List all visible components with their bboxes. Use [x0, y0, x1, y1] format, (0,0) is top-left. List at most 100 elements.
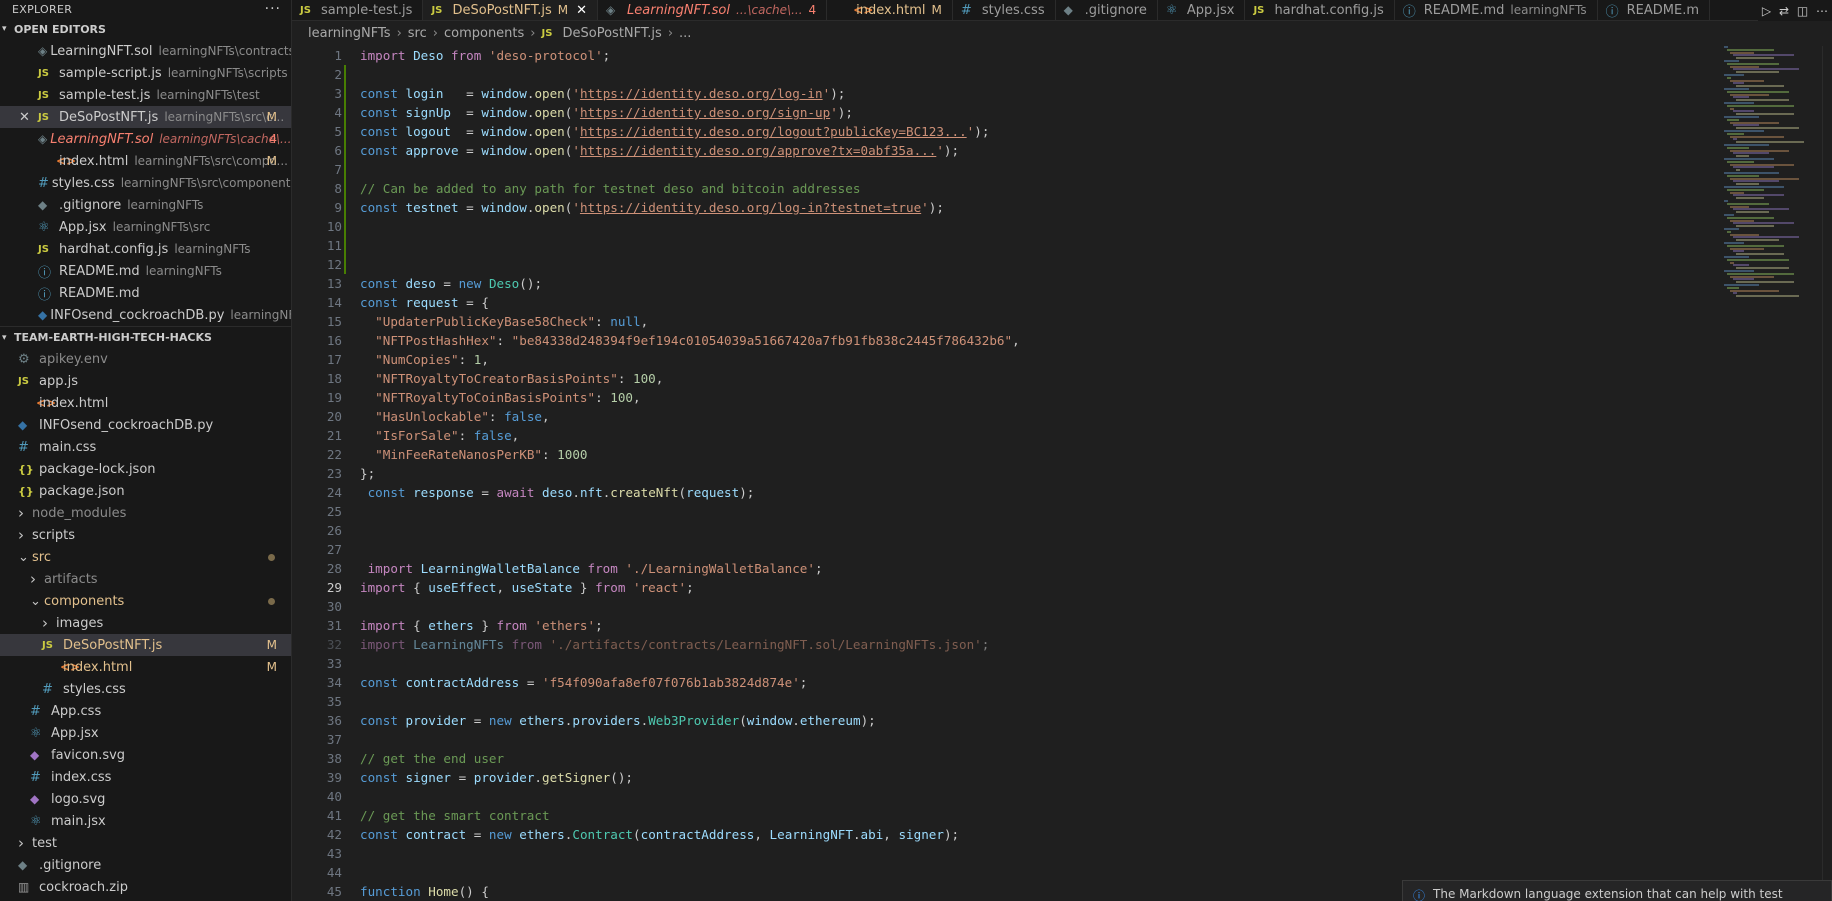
code-line[interactable]: 18 "NFTRoyaltyToCreatorBasisPoints": 100… [292, 369, 1722, 388]
code-line[interactable]: 35 [292, 692, 1722, 711]
file-item[interactable]: ◆ logo.svg [0, 788, 291, 810]
open-editor-item[interactable]: ⓘ README.md learningNFTs [0, 260, 291, 282]
code-line[interactable]: 26 [292, 521, 1722, 540]
open-editor-item[interactable]: ⓘ README.md [0, 282, 291, 304]
code-line[interactable]: 12 [292, 255, 1722, 274]
file-item[interactable]: <> index.html M [0, 656, 291, 678]
code-line[interactable]: 11 [292, 236, 1722, 255]
file-item[interactable]: ⚛ App.jsx [0, 722, 291, 744]
editor-tab[interactable]: ◈ LearningNFT.sol ...\cache\... 4 [598, 0, 828, 20]
split-editor-icon[interactable]: ◫ [1797, 4, 1808, 18]
editor-scrollbar[interactable] [1822, 46, 1832, 901]
code-line[interactable]: 21 "IsForSale": false, [292, 426, 1722, 445]
open-editor-item[interactable]: <> index.html learningNFTs\src\compo... M [0, 150, 291, 172]
file-item[interactable]: JS app.js [0, 370, 291, 392]
open-editor-item[interactable]: ◆INFOsend_cockroachDB.py learningNFTs... [0, 304, 291, 326]
file-item[interactable]: # App.css [0, 700, 291, 722]
breadcrumb-item[interactable]: learningNFTs [308, 26, 391, 41]
file-item[interactable]: ▥ cockroach.zip [0, 876, 291, 898]
code-line[interactable]: 31 import { ethers } from 'ethers'; [292, 616, 1722, 635]
open-editor-item[interactable]: ✕ JS DeSoPostNFT.js learningNFTs\src\c... M [0, 106, 291, 128]
folder-item[interactable]: ⌄ src [0, 546, 291, 568]
folder-item[interactable]: › node_modules [0, 502, 291, 524]
open-editor-item[interactable]: JS sample-test.js learningNFTs\test [0, 84, 291, 106]
code-line[interactable]: 27 [292, 540, 1722, 559]
close-icon[interactable]: ✕ [576, 3, 587, 18]
file-item[interactable]: # index.css [0, 766, 291, 788]
folder-item[interactable]: › scripts [0, 524, 291, 546]
code-line[interactable]: 23}; [292, 464, 1722, 483]
code-line[interactable]: 43 [292, 844, 1722, 863]
code-line[interactable]: 17 "NumCopies": 1, [292, 350, 1722, 369]
code-line[interactable]: 6 const approve = window.open('https://id… [292, 141, 1722, 160]
open-editor-item[interactable]: ◈ LearningNFT.sol learningNFTs\contracts [0, 40, 291, 62]
code-line[interactable]: 9 const testnet = window.open('https://id… [292, 198, 1722, 217]
minimap[interactable] [1722, 46, 1822, 306]
code-line[interactable]: 33 [292, 654, 1722, 673]
breadcrumb-item[interactable]: src [408, 26, 427, 41]
editor-tab[interactable]: JS sample-test.js [292, 0, 424, 20]
code-line[interactable]: 25 [292, 502, 1722, 521]
more-actions-icon[interactable]: ··· [265, 1, 281, 17]
open-editors-header[interactable]: ▾ OPEN EDITORS [0, 18, 291, 40]
folder-item[interactable]: ⌄ components [0, 590, 291, 612]
code-line[interactable]: 29 import { useEffect, useState } from 'r… [292, 578, 1722, 597]
close-icon[interactable]: ✕ [19, 110, 30, 125]
editor-tab[interactable]: JS DeSoPostNFT.js M ✕ [423, 0, 599, 20]
breadcrumb-item[interactable]: DeSoPostNFT.js [563, 26, 662, 41]
code-line[interactable]: 34 const contractAddress = 'f54f090afa8ef… [292, 673, 1722, 692]
open-editor-item[interactable]: ◆ .gitignore learningNFTs [0, 194, 291, 216]
open-editor-item[interactable]: # styles.css learningNFTs\src\components [0, 172, 291, 194]
editor-tab[interactable]: JS hardhat.config.js [1245, 0, 1395, 20]
code-line[interactable]: 28 import LearningWalletBalance from './… [292, 559, 1722, 578]
code-line[interactable]: 4 const signUp = window.open('https://ide… [292, 103, 1722, 122]
editor-tab[interactable]: ◆ .gitignore [1056, 0, 1158, 20]
file-item[interactable]: ⚛ main.jsx [0, 810, 291, 832]
code-line[interactable]: 5 const logout = window.open('https://ide… [292, 122, 1722, 141]
code-line[interactable]: 16 "NFTPostHashHex": "be84338d248394f9ef… [292, 331, 1722, 350]
code-line[interactable]: 8 // Can be added to any path for testnet… [292, 179, 1722, 198]
file-item[interactable]: {} package.json [0, 480, 291, 502]
code-line[interactable]: 39 const signer = provider.getSigner(); [292, 768, 1722, 787]
folder-item[interactable]: › images [0, 612, 291, 634]
code-line[interactable]: 30 [292, 597, 1722, 616]
code-line[interactable]: 37 [292, 730, 1722, 749]
run-icon[interactable]: ▷ [1762, 4, 1771, 18]
file-item[interactable]: ⚙ apikey.env [0, 348, 291, 370]
file-item[interactable]: JS DeSoPostNFT.js M [0, 634, 291, 656]
editor-tab[interactable]: ⓘ README.md learningNFTs [1395, 0, 1598, 20]
code-line[interactable]: 19 "NFTRoyaltyToCoinBasisPoints": 100, [292, 388, 1722, 407]
code-line[interactable]: 3 const login = window.open('https://iden… [292, 84, 1722, 103]
file-item[interactable]: ◆ favicon.svg [0, 744, 291, 766]
file-item[interactable]: <> index.html [0, 392, 291, 414]
code-line[interactable]: 10 [292, 217, 1722, 236]
compare-icon[interactable]: ⇄ [1779, 4, 1789, 18]
code-line[interactable]: 24 const response = await deso.nft.creat… [292, 483, 1722, 502]
workspace-header[interactable]: ▾ TEAM-EARTH-HIGH-TECH-HACKS [0, 326, 291, 348]
code-line[interactable]: 2 [292, 65, 1722, 84]
code-line[interactable]: 40 [292, 787, 1722, 806]
folder-item[interactable]: › test [0, 832, 291, 854]
open-editor-item[interactable]: JS hardhat.config.js learningNFTs [0, 238, 291, 260]
code-line[interactable]: 13 const deso = new Deso(); [292, 274, 1722, 293]
more-icon[interactable]: ⋯ [1816, 4, 1828, 18]
code-line[interactable]: 41 // get the smart contract [292, 806, 1722, 825]
file-item[interactable]: ◆ .gitignore [0, 854, 291, 876]
breadcrumb-item[interactable]: ... [679, 26, 691, 41]
open-editor-item[interactable]: JS sample-script.js learningNFTs\scripts [0, 62, 291, 84]
code-line[interactable]: 7 [292, 160, 1722, 179]
code-editor[interactable]: 1 import Deso from 'deso-protocol'; 2 3 cons… [292, 46, 1722, 901]
code-line[interactable]: 22 "MinFeeRateNanosPerKB": 1000 [292, 445, 1722, 464]
open-editor-item[interactable]: ◈ LearningNFT.sol learningNFTs\cache\... 4 [0, 128, 291, 150]
code-line[interactable]: 14 const request = { [292, 293, 1722, 312]
code-line[interactable]: 36 const provider = new ethers.providers.… [292, 711, 1722, 730]
code-line[interactable]: 32 import LearningNFTs from './artifacts/… [292, 635, 1722, 654]
folder-item[interactable]: › artifacts [0, 568, 291, 590]
open-editor-item[interactable]: ⚛ App.jsx learningNFTs\src [0, 216, 291, 238]
editor-tab[interactable]: ⚛ App.jsx [1158, 0, 1246, 20]
code-line[interactable]: 1 import Deso from 'deso-protocol'; [292, 46, 1722, 65]
file-item[interactable]: {} package-lock.json [0, 458, 291, 480]
file-item[interactable]: # styles.css [0, 678, 291, 700]
breadcrumb-item[interactable]: components [444, 26, 524, 41]
editor-tab[interactable]: # styles.css [953, 0, 1056, 20]
